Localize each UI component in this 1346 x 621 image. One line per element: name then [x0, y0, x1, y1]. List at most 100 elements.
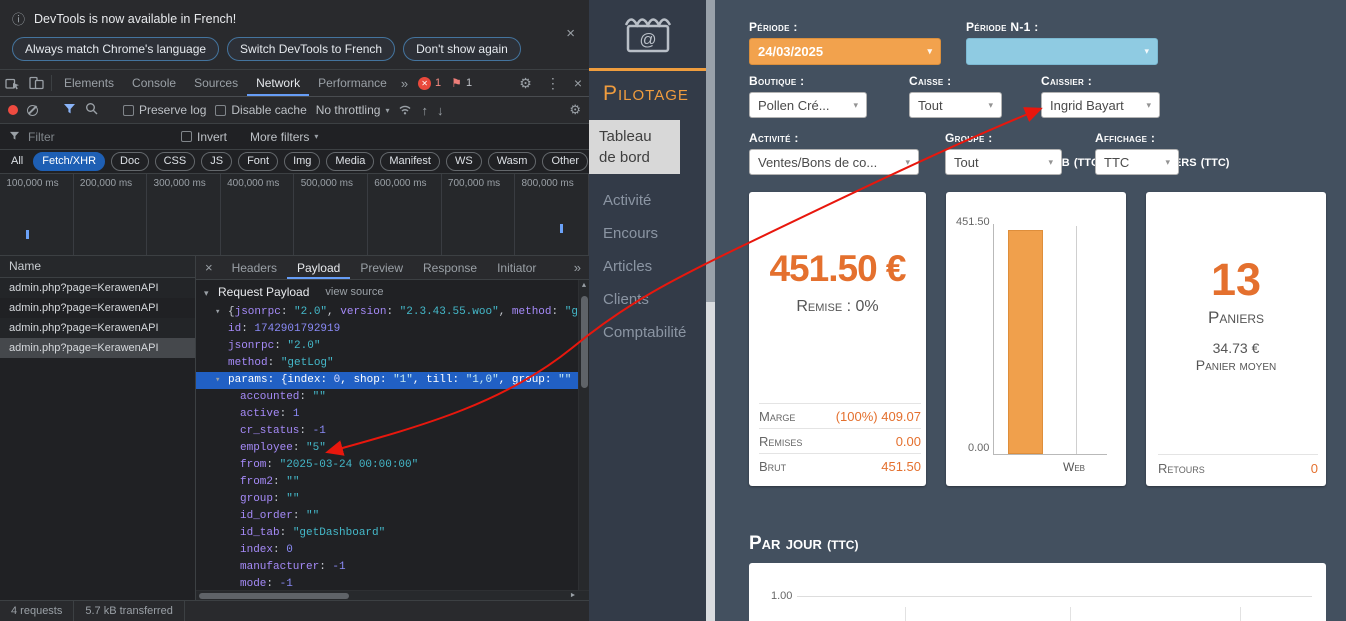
notification-button-don-t-show-again[interactable]: Don't show again [403, 37, 521, 61]
more-tabs-icon[interactable]: » [396, 70, 413, 96]
scrollbar-thumb[interactable] [199, 593, 349, 599]
sidebar-item-encours[interactable]: Encours [589, 217, 706, 250]
filter-select-periode_n1[interactable]: ▾ [966, 38, 1158, 65]
filter-chip-css[interactable]: CSS [155, 152, 196, 171]
request-row[interactable]: admin.php?page=KerawenAPI [0, 318, 195, 338]
vertical-scrollbar[interactable]: ▲ [578, 280, 589, 590]
sidebar-item-activit[interactable]: Activité [589, 184, 706, 217]
preserve-log-checkbox[interactable]: Preserve log [123, 103, 206, 117]
page-scrollbar[interactable] [706, 0, 715, 621]
payload-row-accounted[interactable]: accounted: "" [196, 389, 589, 406]
payload-row-id_order[interactable]: id_order: "" [196, 508, 589, 525]
scrollbar-thumb[interactable] [581, 296, 588, 388]
filter-chip-manifest[interactable]: Manifest [380, 152, 440, 171]
filter-chip-ws[interactable]: WS [446, 152, 482, 171]
close-icon[interactable]: × [566, 25, 575, 42]
filter-select-groupe[interactable]: Tout▾ [945, 149, 1062, 175]
view-source-link[interactable]: view source [325, 286, 383, 298]
detail-tab-initiator[interactable]: Initiator [487, 256, 546, 279]
payload-row-method[interactable]: method: "getLog" [196, 355, 589, 372]
payload-row-cr_status[interactable]: cr_status: -1 [196, 423, 589, 440]
filter-select-boutique[interactable]: Pollen Cré...▾ [749, 92, 867, 118]
tab-console[interactable]: Console [123, 70, 185, 96]
payload-row-root[interactable]: ▾{jsonrpc: "2.0", version: "2.3.43.55.wo… [196, 304, 589, 321]
scroll-up-icon[interactable]: ▲ [582, 280, 586, 292]
filter-icon[interactable] [63, 103, 76, 118]
sidebar-item-articles[interactable]: Articles [589, 250, 706, 283]
filter-select-periode[interactable]: 24/03/2025▾ [749, 38, 941, 65]
detail-tab-payload[interactable]: Payload [287, 256, 350, 279]
filter-select-affichage[interactable]: TTC▾ [1095, 149, 1179, 175]
network-conditions-icon[interactable] [398, 103, 412, 118]
payload-row-active[interactable]: active: 1 [196, 406, 589, 423]
more-detail-tabs-icon[interactable]: » [566, 256, 589, 279]
checkbox-icon [123, 105, 134, 116]
tab-network[interactable]: Network [247, 70, 309, 96]
close-detail-icon[interactable]: × [196, 256, 222, 279]
horizontal-scrollbar[interactable]: ► [196, 590, 589, 600]
payload-row-jsonrpc[interactable]: jsonrpc: "2.0" [196, 338, 589, 355]
import-har-icon[interactable]: ↑ [421, 103, 428, 118]
notification-button-always-match-chrome-s-language[interactable]: Always match Chrome's language [12, 37, 219, 61]
tab-elements[interactable]: Elements [55, 70, 123, 96]
throttling-select[interactable]: No throttling ▾ [316, 103, 390, 117]
name-column-header[interactable]: Name [0, 256, 195, 278]
payload-row-from2[interactable]: from2: "" [196, 474, 589, 491]
expand-triangle-icon[interactable]: ▾ [204, 285, 209, 302]
network-timeline[interactable]: 100,000 ms200,000 ms300,000 ms400,000 ms… [0, 174, 589, 256]
tab-sources[interactable]: Sources [185, 70, 247, 96]
inspect-icon[interactable] [0, 70, 24, 96]
payload-row-params[interactable]: ▾params: {index: 0, shop: "1", till: "1,… [196, 372, 589, 389]
invert-checkbox[interactable]: Invert [181, 130, 227, 144]
filter-select-activite[interactable]: Ventes/Bons de co...▾ [749, 149, 919, 175]
notification-button-switch-devtools-to-french[interactable]: Switch DevTools to French [227, 37, 395, 61]
network-settings-icon[interactable]: ⚙ [569, 102, 581, 118]
request-row[interactable]: admin.php?page=KerawenAPI [0, 278, 195, 298]
timeline-event-tick [560, 224, 563, 233]
filter-chip-img[interactable]: Img [284, 152, 320, 171]
sidebar-item-clients[interactable]: Clients [589, 283, 706, 316]
record-icon[interactable] [8, 105, 18, 115]
payload-row-id[interactable]: id: 1742901792919 [196, 321, 589, 338]
payload-row-group[interactable]: group: "" [196, 491, 589, 508]
issues-badge[interactable]: ⚑ 1 [446, 70, 477, 96]
request-row[interactable]: admin.php?page=KerawenAPI [0, 298, 195, 318]
more-filters-select[interactable]: More filters ▾ [250, 130, 318, 144]
filter-chip-media[interactable]: Media [326, 152, 374, 171]
filter-chip-other[interactable]: Other [542, 152, 588, 171]
close-devtools-icon[interactable]: × [567, 75, 589, 91]
filter-chip-fetch-xhr[interactable]: Fetch/XHR [33, 152, 105, 171]
filter-select-caisse[interactable]: Tout▾ [909, 92, 1002, 118]
filter-chip-all[interactable]: All [7, 152, 27, 171]
tab-performance[interactable]: Performance [309, 70, 396, 96]
device-toolbar-icon[interactable] [24, 70, 48, 96]
gear-icon[interactable]: ⚙ [512, 75, 539, 92]
detail-tab-headers[interactable]: Headers [222, 256, 287, 279]
kebab-menu-icon[interactable]: ⋮ [539, 75, 567, 92]
payload-row-manufacturer[interactable]: manufacturer: -1 [196, 559, 589, 576]
page-scrollbar-thumb[interactable] [706, 0, 715, 302]
clear-network-log-icon[interactable] [27, 105, 38, 116]
payload-row-id_tab[interactable]: id_tab: "getDashboard" [196, 525, 589, 542]
filter-chip-doc[interactable]: Doc [111, 152, 149, 171]
payload-row-from[interactable]: from: "2025-03-24 00:00:00" [196, 457, 589, 474]
detail-tab-response[interactable]: Response [413, 256, 487, 279]
filter-select-caissier[interactable]: Ingrid Bayart▾ [1041, 92, 1160, 118]
search-icon[interactable] [85, 102, 98, 118]
sidebar-item-tableau-de-bord[interactable]: Tableau de bord [589, 120, 680, 174]
export-har-icon[interactable]: ↓ [437, 103, 444, 118]
disable-cache-checkbox[interactable]: Disable cache [215, 103, 306, 117]
filter-chip-js[interactable]: JS [201, 152, 232, 171]
payload-row-mode[interactable]: mode: -1 [196, 576, 589, 590]
payload-row-employee[interactable]: employee: "5" [196, 440, 589, 457]
request-row[interactable]: admin.php?page=KerawenAPI [0, 338, 195, 358]
filter-chip-font[interactable]: Font [238, 152, 278, 171]
requests-pane: Name admin.php?page=KerawenAPIadmin.php?… [0, 256, 196, 600]
sidebar-item-comptabilit[interactable]: Comptabilité [589, 316, 706, 349]
payload-row-index[interactable]: index: 0 [196, 542, 589, 559]
error-badge[interactable]: ✕ 1 [413, 70, 446, 96]
scroll-right-icon[interactable]: ► [571, 592, 575, 601]
detail-tab-preview[interactable]: Preview [350, 256, 413, 279]
filter-chip-wasm[interactable]: Wasm [488, 152, 537, 171]
network-filter-input[interactable] [28, 130, 158, 144]
